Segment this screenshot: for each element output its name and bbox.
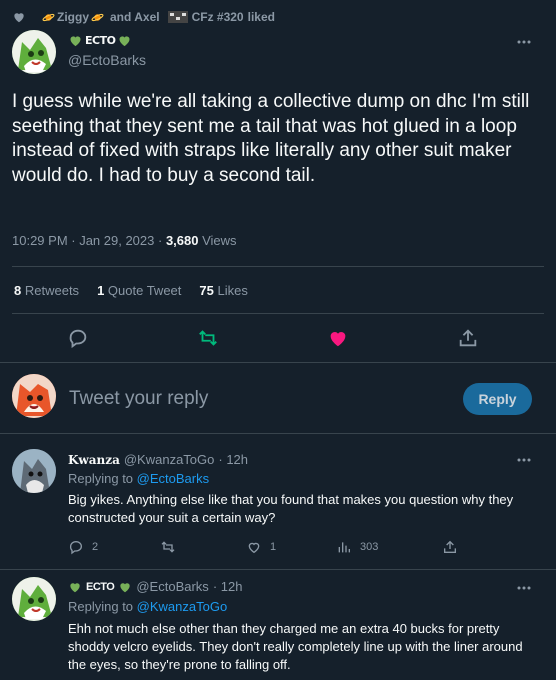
- green-heart-icon: [120, 582, 131, 592]
- reply-time[interactable]: · 12h: [213, 579, 243, 594]
- engagement-stats: 8 Retweets 1 Quote Tweet 75 Likes: [14, 283, 248, 298]
- more-options-button[interactable]: [514, 34, 534, 50]
- divider: [12, 313, 544, 314]
- reply-count: 2: [92, 541, 99, 553]
- tweet-meta: 10:29 PM · Jan 29, 2023 · 3,680 Views: [12, 233, 237, 248]
- tweet-action-bar: [0, 325, 556, 351]
- retweet-icon[interactable]: [197, 327, 219, 349]
- reply-author-handle[interactable]: @EctoBarks: [136, 579, 208, 594]
- replying-to-label: Replying to: [68, 599, 137, 614]
- retweets-label: Retweets: [24, 283, 80, 298]
- author-handle[interactable]: @EctoBarks: [68, 52, 146, 68]
- tweet-text: I guess while we're all taking a collect…: [12, 91, 530, 186]
- reply-button[interactable]: Reply: [463, 383, 532, 415]
- liked-heart-icon[interactable]: [327, 327, 349, 349]
- replying-to: Replying to @KwanzaToGo: [68, 599, 227, 614]
- green-dog-avatar-image: [12, 30, 56, 74]
- likes-label: Likes: [217, 283, 248, 298]
- reply-text: Big yikes. Anything else like that you f…: [68, 492, 514, 525]
- heart-icon: [14, 13, 24, 23]
- reply-avatar[interactable]: [12, 449, 56, 493]
- divider: [0, 362, 556, 363]
- pixel-flag-icon: [167, 11, 188, 23]
- like-count: 1: [270, 541, 277, 553]
- reply-more-button[interactable]: [514, 452, 534, 468]
- green-dog-avatar-image: [12, 577, 56, 621]
- gray-wolf-avatar-image: [12, 449, 56, 493]
- more-dots-icon: [517, 458, 531, 462]
- social-context[interactable]: Ziggy and Axel CFz #320 liked: [12, 6, 275, 28]
- reply-icon[interactable]: [67, 327, 89, 349]
- reply-retweet-button[interactable]: [160, 539, 184, 555]
- replying-to: Replying to @EctoBarks: [68, 471, 209, 486]
- reply-avatar[interactable]: [12, 577, 56, 621]
- divider: [12, 266, 544, 267]
- likes-stat[interactable]: 75 Likes: [199, 283, 247, 298]
- ringed-planet-icon: [91, 13, 104, 21]
- author-display-name[interactable]: ECTO: [68, 33, 132, 48]
- more-dots-icon: [517, 40, 531, 44]
- reply-author-name[interactable]: ECTO: [86, 581, 115, 593]
- current-user-avatar[interactable]: [12, 374, 56, 418]
- author-name-text: ECTO: [85, 34, 116, 47]
- quotes-label: Quote Tweet: [107, 283, 182, 298]
- liker-name-3: CFz #320: [191, 10, 244, 24]
- analytics-bars-icon: [338, 542, 350, 553]
- green-heart-icon: [119, 36, 130, 47]
- reply-text: Ehh not much else other than they charge…: [68, 621, 523, 672]
- replying-to-handle[interactable]: @KwanzaToGo: [137, 599, 228, 614]
- reply-more-button[interactable]: [514, 580, 534, 596]
- reply-header: ECTO @EctoBarks · 12h: [68, 579, 242, 594]
- liker-name-2: and Axel: [110, 10, 160, 24]
- share-icon[interactable]: [457, 327, 479, 349]
- view-count: 3,680: [165, 233, 199, 248]
- views-label: Views: [198, 233, 237, 248]
- reply-input[interactable]: Tweet your reply: [69, 388, 208, 410]
- reply-views-button[interactable]: 303: [336, 539, 378, 555]
- green-heart-icon: [70, 582, 80, 592]
- replying-to-handle[interactable]: @EctoBarks: [137, 471, 209, 486]
- view-count: 303: [360, 541, 379, 553]
- retweet-icon: [161, 541, 175, 553]
- reply-icon: [69, 541, 82, 555]
- reply-action-bar: 2 1 303: [0, 539, 556, 557]
- tweet-timestamp[interactable]: 10:29 PM · Jan 29, 2023 ·: [12, 233, 166, 248]
- share-icon: [444, 540, 456, 553]
- retweets-stat[interactable]: 8 Retweets: [14, 283, 79, 298]
- quotes-count: 1: [97, 283, 105, 298]
- reply-header: Kwanza @KwanzaToGo · 12h: [68, 452, 248, 467]
- divider: [0, 569, 556, 570]
- heart-outline-icon: [248, 542, 260, 554]
- retweets-count: 8: [14, 283, 22, 298]
- reply-author-handle[interactable]: @KwanzaToGo: [124, 452, 215, 467]
- more-dots-icon: [517, 586, 531, 590]
- quotes-stat[interactable]: 1 Quote Tweet: [97, 283, 181, 298]
- green-heart-icon: [70, 36, 81, 47]
- reply-reply-button[interactable]: 2: [68, 539, 98, 555]
- author-avatar[interactable]: [12, 30, 56, 74]
- reply-author-name[interactable]: Kwanza: [68, 453, 120, 467]
- liked-suffix: liked: [247, 10, 275, 24]
- replying-to-label: Replying to: [68, 471, 137, 486]
- likes-count: 75: [199, 283, 214, 298]
- reply-time[interactable]: · 12h: [218, 452, 248, 467]
- orange-fox-avatar-image: [12, 374, 56, 418]
- ringed-planet-icon: [42, 13, 55, 21]
- reply-share-button[interactable]: [442, 539, 458, 555]
- liker-name-1: Ziggy: [57, 10, 89, 24]
- divider: [0, 433, 556, 434]
- reply-like-button[interactable]: 1: [246, 539, 276, 555]
